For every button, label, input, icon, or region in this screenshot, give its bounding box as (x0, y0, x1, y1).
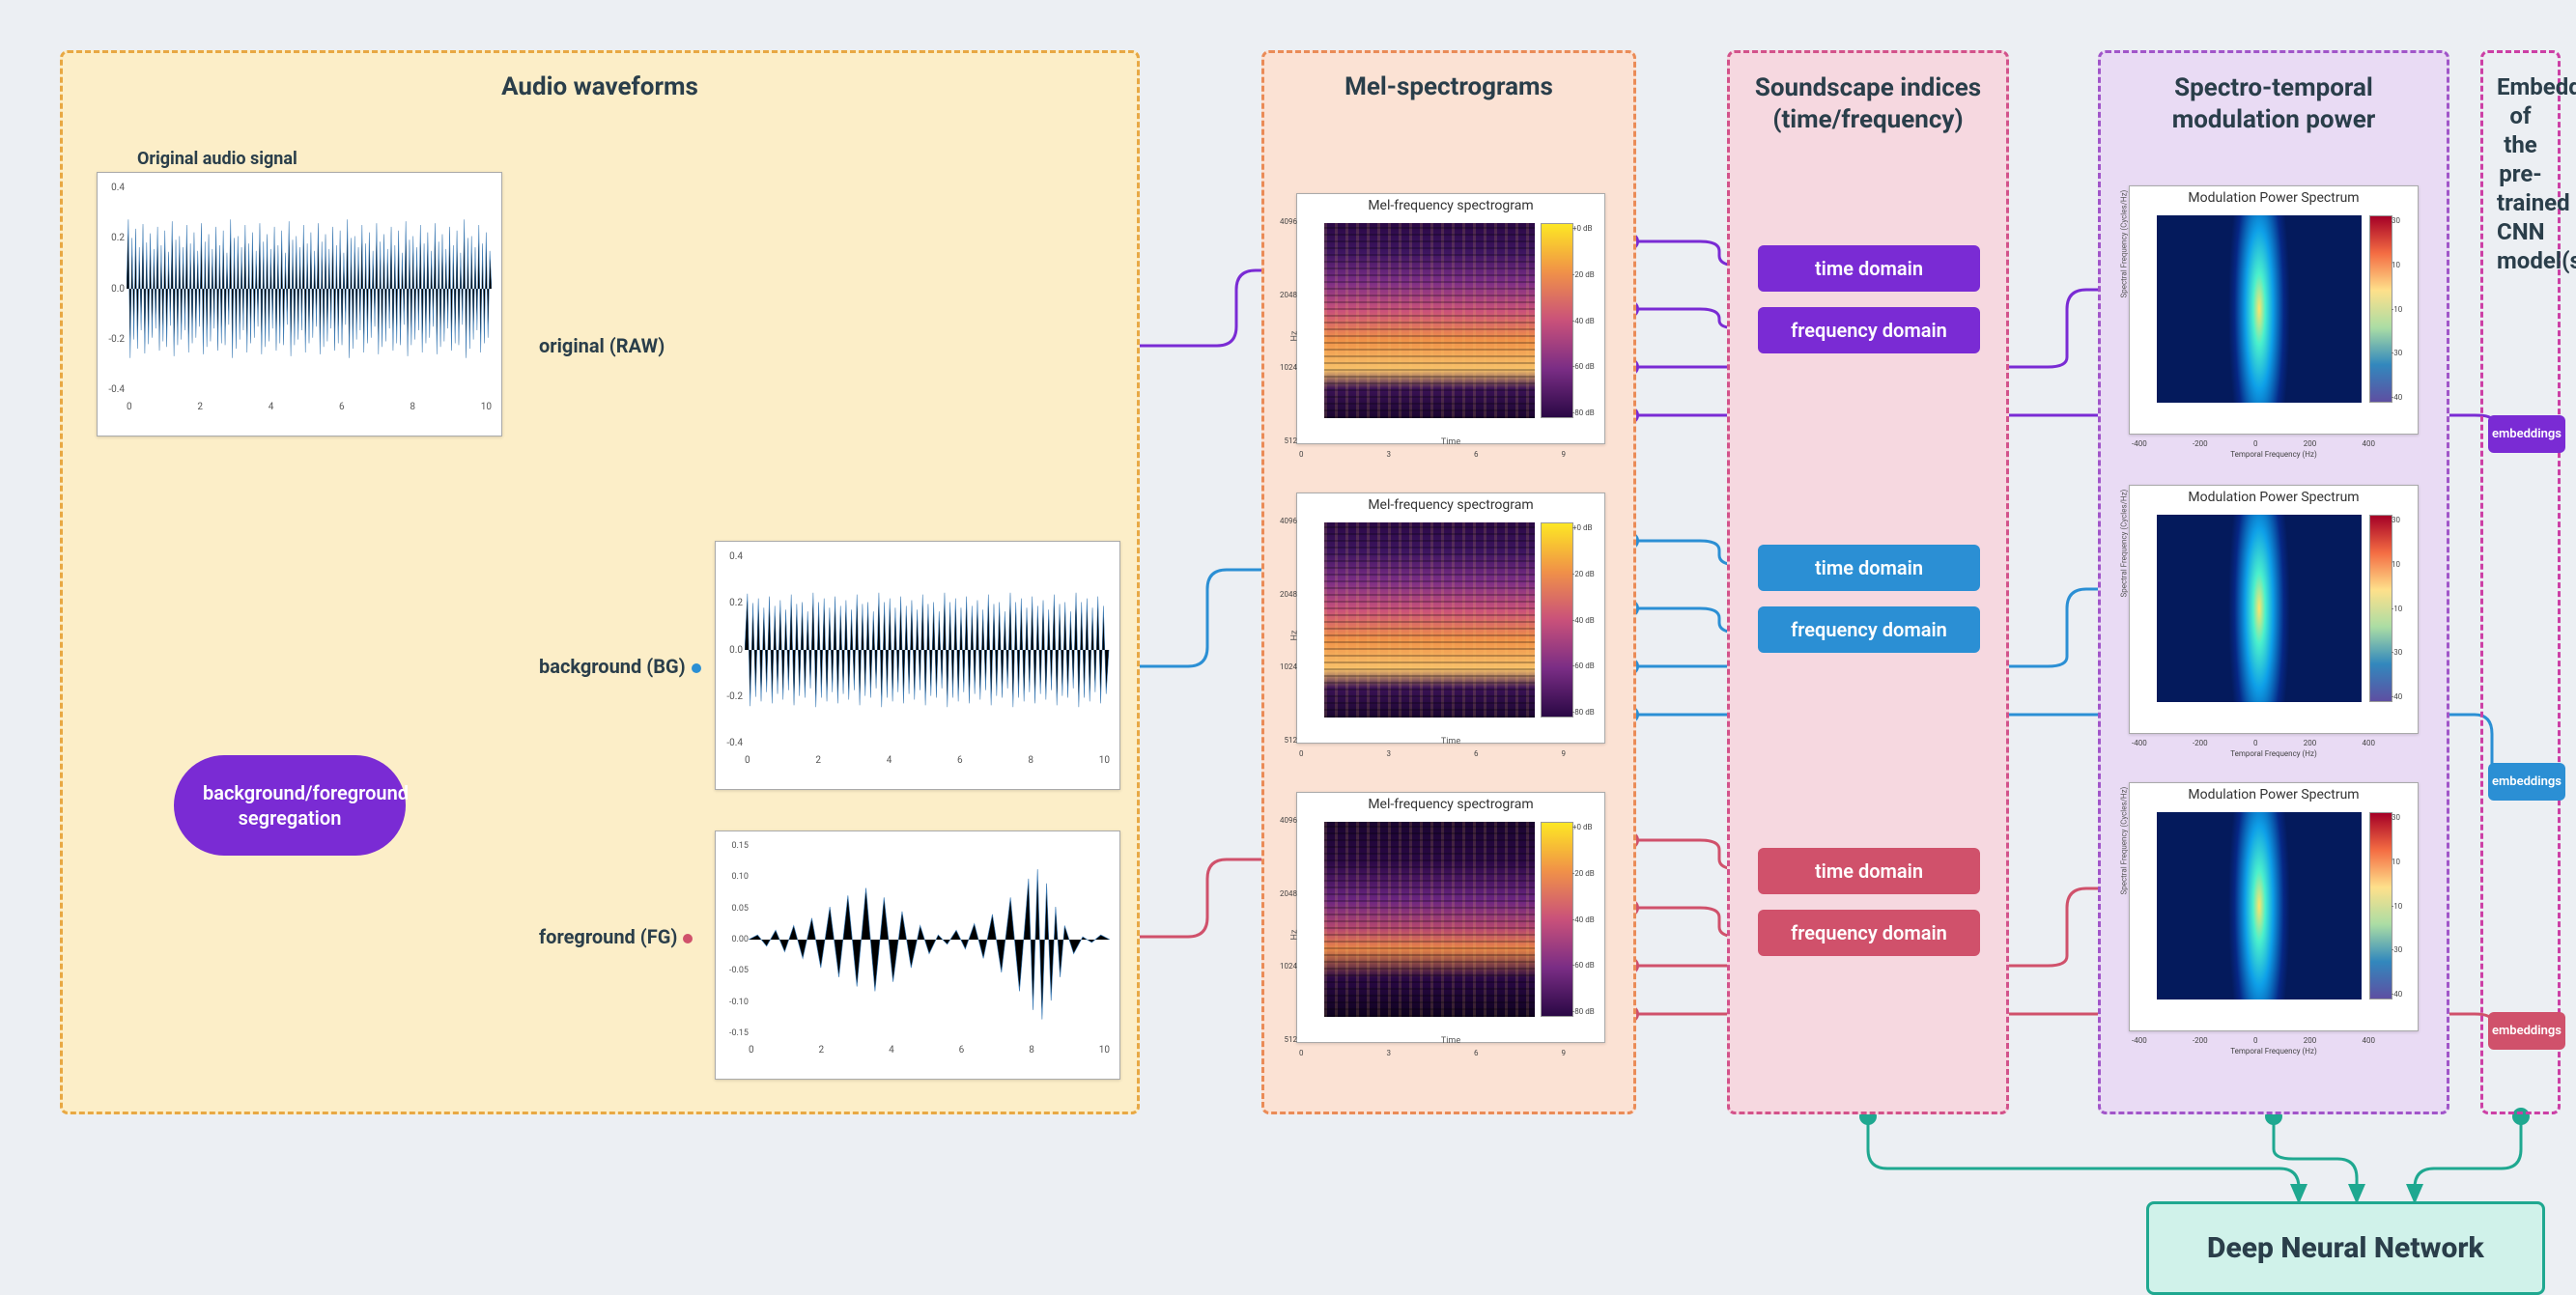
waveform-foreground: 0246810 -0.15-0.10-0.050.000.050.100.15 (715, 830, 1120, 1080)
segregation-node: background/foreground segregation (174, 755, 406, 856)
waveform-background: 0246810 -0.4-0.20.00.20.4 (715, 541, 1120, 790)
dnn-box: Deep Neural Network (2146, 1201, 2545, 1295)
flow-label-background: background (BG) (539, 655, 701, 678)
idx-chip-freq-background: frequency domain (1758, 606, 1980, 653)
panel-title-audio: Audio waveforms (82, 72, 1118, 101)
waveform-svg (745, 551, 1110, 748)
waveform-x-ticks: 0246810 (127, 402, 492, 412)
mps-original: Modulation Power Spectrum 3010-10-30-40 … (2129, 185, 2419, 435)
panel-embeddings: Embeddings of the pre-trained CNN model(… (2480, 50, 2561, 1114)
idx-chip-time-foreground: time domain (1758, 848, 1980, 894)
panel-title-emb: Embeddings of the pre-trained CNN model(… (2497, 72, 2544, 275)
panel-title-idx: Soundscape indices (time/frequency) (1749, 72, 1987, 135)
waveform-svg (749, 841, 1110, 1038)
panel-title-mel: Mel-spectrograms (1284, 72, 1614, 101)
mel-spectrogram-foreground: Mel-frequency spectrogram +0 dB-20 dB-40… (1296, 792, 1605, 1043)
flow-label-original: original (RAW) (539, 334, 665, 357)
idx-chip-freq-original: frequency domain (1758, 307, 1980, 353)
flow-label-foreground: foreground (FG) (539, 925, 693, 948)
waveform-y-ticks: -0.4-0.20.00.20.4 (99, 183, 125, 395)
idx-chip-time-original: time domain (1758, 245, 1980, 292)
mps-foreground: Modulation Power Spectrum 3010-10-30-40 … (2129, 782, 2419, 1031)
emb-chip-foreground: embeddings (2488, 1012, 2565, 1050)
panel-title-mod: Spectro-temporal modulation power (2120, 72, 2427, 135)
emb-chip-original: embeddings (2488, 415, 2565, 453)
idx-chip-freq-foreground: frequency domain (1758, 910, 1980, 956)
idx-chip-time-background: time domain (1758, 545, 1980, 591)
mel-title: Mel-frequency spectrogram (1297, 194, 1604, 217)
original-signal-label: Original audio signal (137, 149, 297, 169)
emb-chip-background: embeddings (2488, 763, 2565, 801)
mps-background: Modulation Power Spectrum 3010-10-30-40 … (2129, 485, 2419, 734)
waveform-svg (127, 183, 492, 395)
waveform-original: 0246810 -0.4-0.20.00.20.4 (97, 172, 502, 436)
mel-spectrogram-background: Mel-frequency spectrogram +0 dB-20 dB-40… (1296, 493, 1605, 744)
mel-spectrogram-original: Mel-frequency spectrogram +0 dB-20 dB-40… (1296, 193, 1605, 444)
